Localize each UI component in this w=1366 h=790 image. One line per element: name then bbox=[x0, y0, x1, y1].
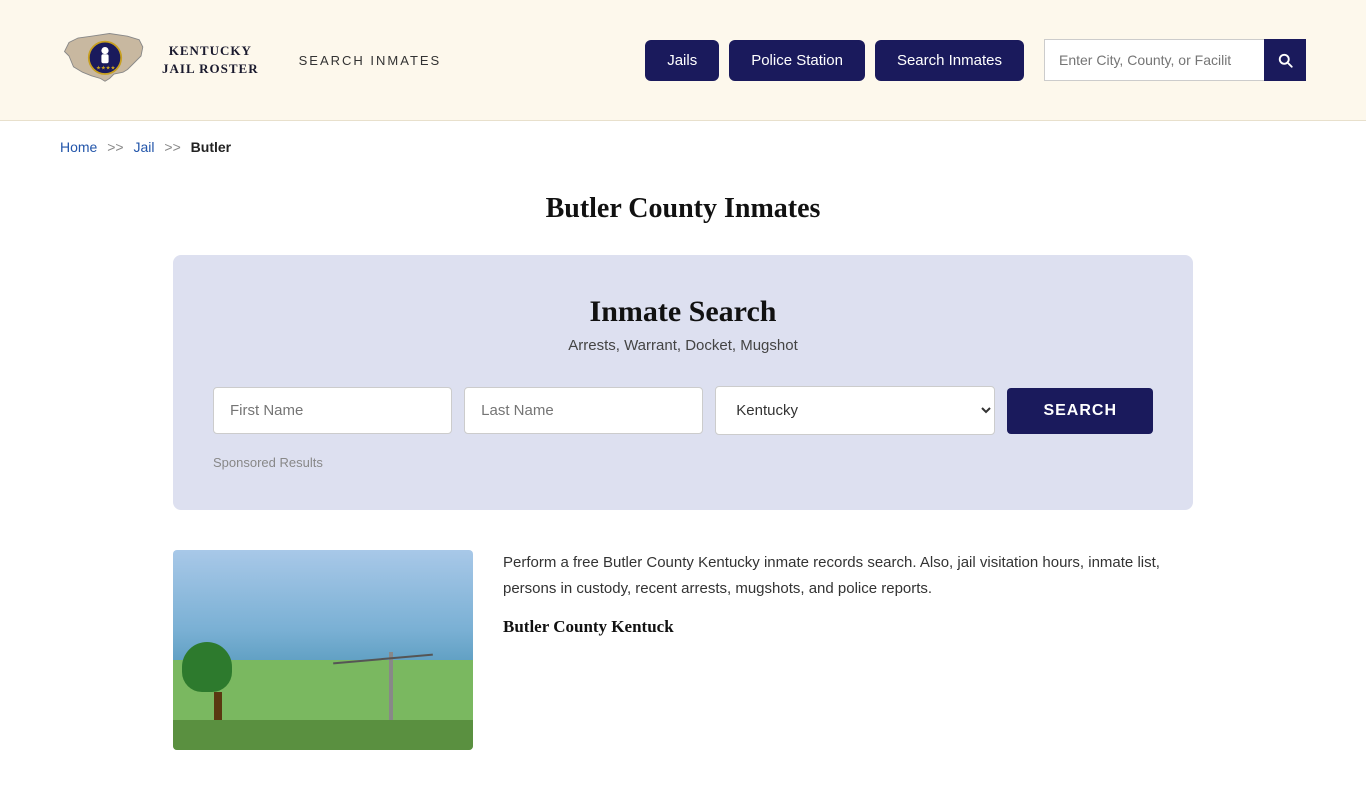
header-search-wrap bbox=[1044, 39, 1306, 81]
police-station-button[interactable]: Police Station bbox=[729, 40, 865, 81]
sponsored-results-label: Sponsored Results bbox=[213, 455, 1153, 470]
svg-text:★★★★: ★★★★ bbox=[96, 66, 115, 72]
search-panel-title: Inmate Search bbox=[213, 295, 1153, 329]
breadcrumb-sep2: >> bbox=[164, 139, 180, 155]
jails-button[interactable]: Jails bbox=[645, 40, 719, 81]
description-text: Perform a free Butler County Kentucky in… bbox=[503, 550, 1193, 601]
breadcrumb-home[interactable]: Home bbox=[60, 139, 97, 155]
wire-decoration bbox=[333, 654, 433, 665]
search-inmates-button[interactable]: Search Inmates bbox=[875, 40, 1024, 81]
main-nav: Jails Police Station Search Inmates bbox=[645, 39, 1306, 81]
search-inmates-nav-label: SEARCH INMATES bbox=[299, 53, 442, 68]
logo-area: ★★★★ KENTUCKY JAIL ROSTER bbox=[60, 20, 259, 100]
header: ★★★★ KENTUCKY JAIL ROSTER SEARCH INMATES… bbox=[0, 0, 1366, 121]
breadcrumb-sep1: >> bbox=[107, 139, 123, 155]
pole-decoration bbox=[389, 652, 393, 722]
last-name-input[interactable] bbox=[464, 387, 703, 434]
bottom-text-area: Perform a free Butler County Kentucky in… bbox=[503, 550, 1193, 637]
tree-decoration bbox=[203, 642, 232, 722]
breadcrumb-current: Butler bbox=[191, 139, 231, 155]
breadcrumb: Home >> Jail >> Butler bbox=[0, 121, 1366, 173]
breadcrumb-jail[interactable]: Jail bbox=[134, 139, 155, 155]
search-panel-subtitle: Arrests, Warrant, Docket, Mugshot bbox=[213, 337, 1153, 354]
facility-image bbox=[173, 550, 473, 750]
inmate-search-button[interactable]: SEARCH bbox=[1007, 388, 1153, 434]
first-name-input[interactable] bbox=[213, 387, 452, 434]
main-content: Butler County Inmates Inmate Search Arre… bbox=[113, 173, 1253, 790]
bottom-section: Perform a free Butler County Kentucky in… bbox=[173, 550, 1193, 750]
header-search-button[interactable] bbox=[1264, 39, 1306, 81]
header-search-input[interactable] bbox=[1044, 39, 1264, 81]
logo-image: ★★★★ bbox=[60, 20, 150, 100]
search-icon bbox=[1276, 51, 1294, 69]
page-title: Butler County Inmates bbox=[173, 193, 1193, 225]
bottom-subtitle: Butler County Kentuck bbox=[503, 617, 1193, 637]
logo-text: KENTUCKY JAIL ROSTER bbox=[162, 42, 259, 78]
search-fields: Kentucky Alabama Alaska Arizona Arkansas… bbox=[213, 386, 1153, 435]
search-panel: Inmate Search Arrests, Warrant, Docket, … bbox=[173, 255, 1193, 510]
state-select[interactable]: Kentucky Alabama Alaska Arizona Arkansas… bbox=[715, 386, 995, 435]
